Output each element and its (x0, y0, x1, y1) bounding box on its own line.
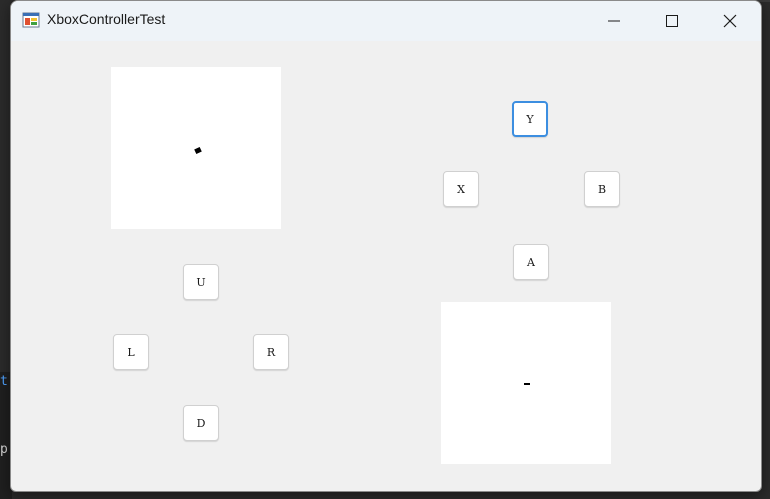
right-stick-indicator (524, 383, 530, 385)
a-button[interactable]: A (513, 244, 549, 280)
app-icon (22, 11, 40, 29)
dpad-right-button[interactable]: R (253, 334, 289, 370)
y-button[interactable]: Y (512, 101, 548, 137)
maximize-icon (666, 15, 678, 27)
background-glyph: p (0, 442, 8, 457)
left-stick-panel (111, 67, 281, 229)
right-stick-panel (441, 302, 611, 464)
left-stick-indicator (194, 146, 202, 155)
close-button[interactable] (701, 1, 759, 41)
x-button[interactable]: X (443, 171, 479, 207)
close-icon (723, 14, 737, 28)
dpad-left-button[interactable]: L (113, 334, 149, 370)
dpad-up-button[interactable]: U (183, 264, 219, 300)
dpad-down-button[interactable]: D (183, 405, 219, 441)
window-title: XboxControllerTest (47, 11, 166, 27)
title-bar[interactable]: XboxControllerTest (11, 1, 761, 41)
minimize-button[interactable] (585, 1, 643, 41)
maximize-button[interactable] (643, 1, 701, 41)
app-window: XboxControllerTest U L R D Y X B A (10, 0, 762, 492)
background-glyph: t (0, 374, 8, 389)
b-button[interactable]: B (584, 171, 620, 207)
minimize-icon (608, 15, 620, 27)
